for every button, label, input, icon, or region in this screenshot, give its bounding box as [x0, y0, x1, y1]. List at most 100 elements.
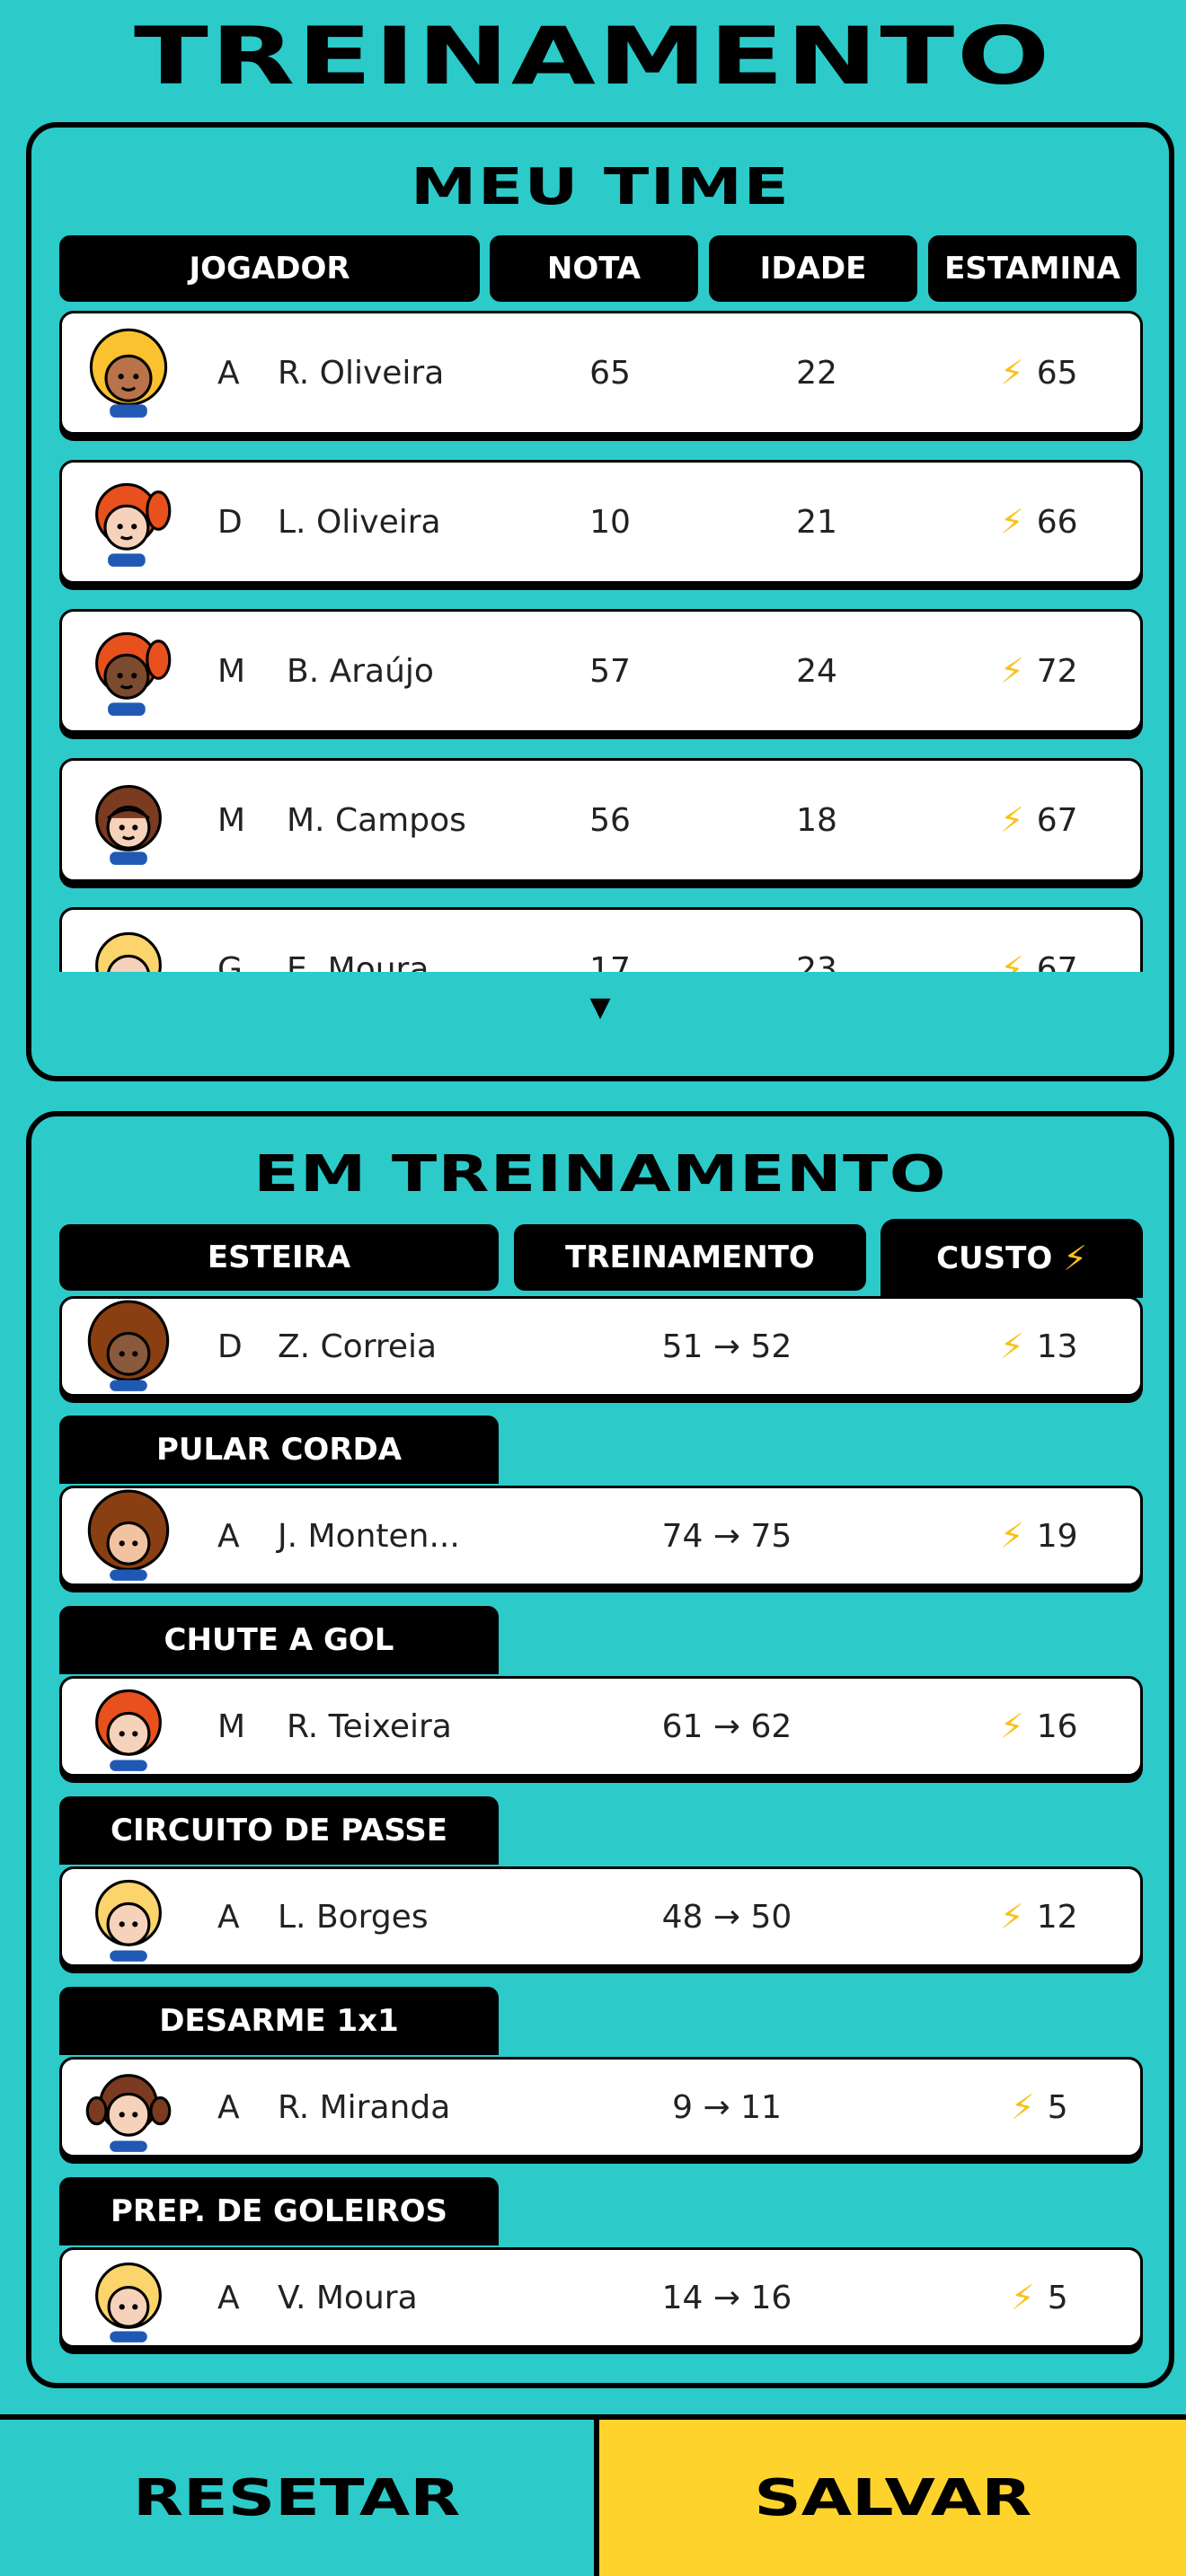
cost-label: CUSTO	[936, 1240, 1053, 1276]
player-rating: 56	[589, 801, 631, 839]
player-name: Z. Correia	[278, 1328, 438, 1365]
training-row[interactable]: M R. Teixeira 61 → 62 ⚡ 16	[59, 1676, 1143, 1777]
player-position: D	[217, 1328, 243, 1365]
header-cost[interactable]: CUSTO ⚡	[881, 1219, 1143, 1298]
drill-tag[interactable]: CIRCUITO DE PASSE	[59, 1796, 499, 1865]
player-stamina: 67	[1036, 801, 1078, 839]
player-rating: 65	[589, 354, 631, 392]
training-row[interactable]: A L. Borges 48 → 50 ⚡ 12	[59, 1866, 1143, 1967]
lightning-icon: ⚡	[1000, 1897, 1024, 1936]
player-position: M	[217, 652, 246, 690]
player-name: B. Araújo	[287, 652, 434, 690]
team-list[interactable]: A R. Oliveira 65 22 ⚡ 65 D L. Oliveira 10…	[31, 311, 1169, 972]
redhead-dark-skin-avatar	[95, 631, 172, 716]
player-name: L. Oliveira	[278, 503, 441, 541]
training-cost: 12	[1036, 1898, 1078, 1936]
header-stamina[interactable]: ESTAMINA	[928, 235, 1137, 302]
save-button[interactable]: SALVAR	[599, 2420, 1186, 2576]
redhead-ponytail-avatar	[95, 482, 172, 567]
brown-hair-avatar	[95, 785, 162, 865]
player-row[interactable]: M B. Araújo 57 24 ⚡ 72	[59, 609, 1143, 733]
save-label: SALVAR	[754, 2468, 1031, 2527]
lightning-icon: ⚡	[1000, 502, 1024, 542]
training-row[interactable]: A J. Monten... 74 → 75 ⚡ 19	[59, 1486, 1143, 1586]
lightning-icon: ⚡	[1000, 353, 1024, 393]
lightning-icon: ⚡	[1000, 800, 1024, 840]
afro-light-avatar	[87, 1489, 170, 1581]
player-position: A	[217, 1517, 240, 1555]
training-cost: 19	[1036, 1517, 1078, 1555]
lightning-icon: ⚡	[1000, 1516, 1024, 1556]
player-position: D	[217, 503, 243, 541]
redhead-avatar	[95, 1689, 162, 1771]
player-name: M. Campos	[287, 801, 466, 839]
player-age: 22	[796, 354, 837, 392]
training-progress: 48 → 50	[661, 1898, 792, 1936]
player-row[interactable]: M M. Campos 56 18 ⚡ 67	[59, 758, 1143, 882]
reset-button[interactable]: RESETAR	[0, 2420, 599, 2576]
player-position: M	[217, 801, 246, 839]
blonde-curly-avatar	[89, 328, 168, 418]
player-stamina: 72	[1036, 652, 1078, 690]
training-cost: 5	[1047, 2279, 1068, 2316]
player-age: 23	[796, 950, 837, 973]
lightning-icon: ⚡	[1000, 1327, 1024, 1366]
header-drill[interactable]: ESTEIRA	[59, 1224, 499, 1291]
blonde-avatar	[95, 931, 162, 972]
blonde-bob-avatar	[95, 2263, 162, 2342]
player-stamina: 65	[1036, 354, 1078, 392]
header-age[interactable]: IDADE	[709, 235, 917, 302]
training-progress: 74 → 75	[661, 1517, 792, 1555]
player-position: G	[217, 950, 243, 973]
player-age: 21	[796, 503, 837, 541]
training-panel: EM TREINAMENTO ESTEIRA TREINAMENTO CUSTO…	[26, 1111, 1174, 2388]
lightning-icon: ⚡	[1000, 949, 1024, 972]
header-training[interactable]: TREINAMENTO	[514, 1224, 866, 1291]
header-rating[interactable]: NOTA	[490, 235, 698, 302]
drill-tag[interactable]: PULAR CORDA	[59, 1416, 499, 1484]
player-name: R. Teixeira	[287, 1707, 452, 1745]
blonde-avatar	[95, 1879, 162, 1962]
player-stamina: 67	[1036, 950, 1078, 973]
player-row[interactable]: A R. Oliveira 65 22 ⚡ 65	[59, 311, 1143, 435]
player-name: R. Miranda	[278, 2088, 451, 2126]
header-player[interactable]: JOGADOR	[59, 235, 480, 302]
training-progress: 14 → 16	[661, 2279, 792, 2316]
player-stamina: 66	[1036, 503, 1078, 541]
player-rating: 17	[589, 950, 631, 973]
player-rating: 10	[589, 503, 631, 541]
lightning-icon: ⚡	[1011, 2087, 1035, 2127]
player-position: A	[217, 1898, 240, 1936]
lightning-icon: ⚡	[1000, 651, 1024, 691]
player-age: 24	[796, 652, 837, 690]
pigtails-avatar	[85, 2074, 172, 2152]
lightning-icon: ⚡	[1011, 2278, 1035, 2317]
page-title: TREINAMENTO	[133, 10, 1052, 102]
reset-label: RESETAR	[133, 2468, 461, 2527]
training-cost: 13	[1036, 1328, 1078, 1365]
player-position: A	[217, 354, 240, 392]
training-row[interactable]: A R. Miranda 9 → 11 ⚡ 5	[59, 2057, 1143, 2157]
training-cost: 16	[1036, 1707, 1078, 1745]
drill-tag[interactable]: PREP. DE GOLEIROS	[59, 2177, 499, 2245]
training-row[interactable]: D Z. Correia 51 → 52 ⚡ 13	[59, 1296, 1143, 1397]
player-position: A	[217, 2088, 240, 2126]
drill-tag[interactable]: CHUTE A GOL	[59, 1606, 499, 1674]
player-name: L. Borges	[278, 1898, 429, 1936]
my-team-panel: MEU TIME JOGADOR NOTA IDADE ESTAMINA A R…	[26, 122, 1174, 1081]
player-position: M	[217, 1707, 246, 1745]
lightning-icon: ⚡	[1000, 1707, 1024, 1746]
chevron-down-icon[interactable]: ▼	[31, 990, 1169, 1026]
player-row[interactable]: D L. Oliveira 10 21 ⚡ 66	[59, 460, 1143, 584]
my-team-title: MEU TIME	[410, 158, 791, 216]
player-name: V. Moura	[278, 2279, 418, 2316]
training-row[interactable]: A V. Moura 14 → 16 ⚡ 5	[59, 2247, 1143, 2348]
training-progress: 61 → 62	[661, 1707, 792, 1745]
training-cost: 5	[1047, 2088, 1068, 2126]
training-progress: 9 → 11	[672, 2088, 782, 2126]
player-row[interactable]: G E. Moura 17 23 ⚡ 67	[59, 907, 1143, 972]
afro-avatar	[87, 1300, 170, 1391]
player-position: A	[217, 2279, 240, 2316]
player-name: E. Moura	[287, 950, 429, 973]
drill-tag[interactable]: DESARME 1x1	[59, 1987, 499, 2055]
